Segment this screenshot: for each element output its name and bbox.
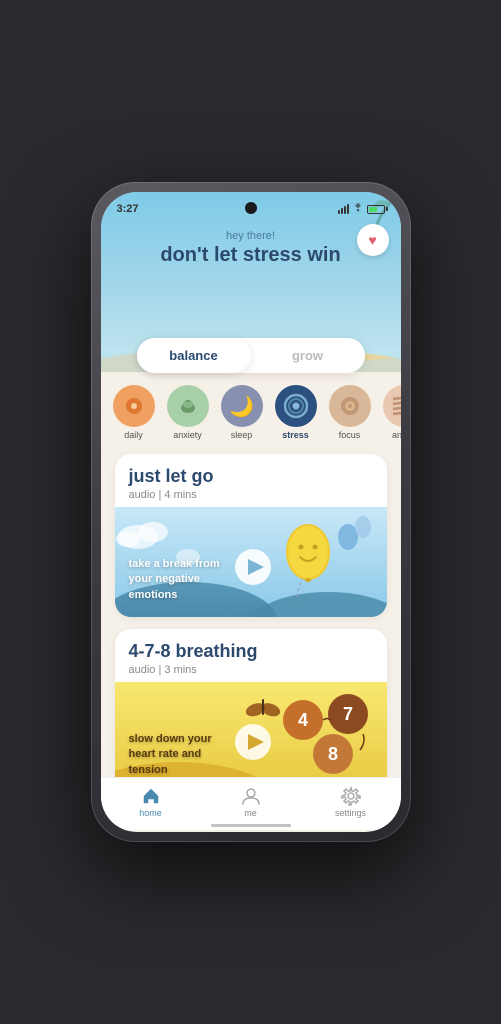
- tab-row: balance grow: [137, 338, 365, 373]
- nav-settings-label: settings: [335, 808, 366, 818]
- card-1-image: take a break fromyour negativeemotions: [115, 507, 387, 617]
- card-2-image: 4 7 8: [115, 682, 387, 777]
- svg-text:8: 8: [327, 744, 337, 764]
- anger-label: anger: [392, 430, 401, 440]
- nav-home[interactable]: home: [101, 786, 201, 818]
- sleep-label: sleep: [231, 430, 253, 440]
- card-just-let-go[interactable]: just let go audio | 4 mins: [115, 454, 387, 617]
- content-area: just let go audio | 4 mins: [101, 446, 401, 777]
- card-breathing[interactable]: 4-7-8 breathing audio | 3 mins: [115, 629, 387, 777]
- nav-me-label: me: [244, 808, 257, 818]
- phone-screen: 3:27: [101, 192, 401, 832]
- nav-me[interactable]: me: [201, 786, 301, 818]
- phone-frame: 3:27: [91, 182, 411, 842]
- settings-icon: [341, 786, 361, 806]
- nav-home-label: home: [139, 808, 162, 818]
- home-indicator: [211, 824, 291, 827]
- anxiety-icon: [167, 385, 209, 427]
- front-camera: [245, 202, 257, 214]
- category-focus[interactable]: focus: [327, 385, 373, 440]
- nav-settings[interactable]: settings: [301, 786, 401, 818]
- anger-icon: [383, 385, 401, 427]
- card-2-overlay-text: slow down yourheart rate andtension: [129, 732, 212, 777]
- category-anxiety[interactable]: anxiety: [165, 385, 211, 440]
- status-time: 3:27: [117, 203, 139, 215]
- wifi-icon: [352, 203, 364, 215]
- card-1-title: just let go: [129, 466, 373, 487]
- stress-icon: [275, 385, 317, 427]
- heart-icon: ♥: [368, 232, 376, 248]
- anxiety-label: anxiety: [173, 430, 202, 440]
- svg-text:7: 7: [342, 704, 352, 724]
- card-1-header: just let go audio | 4 mins: [115, 454, 387, 507]
- battery-icon: [367, 205, 385, 214]
- card-1-overlay-text: take a break fromyour negativeemotions: [129, 557, 220, 603]
- daily-label: daily: [124, 430, 143, 440]
- category-daily[interactable]: daily: [111, 385, 157, 440]
- bottom-nav: home me settings: [101, 777, 401, 830]
- sleep-icon: 🌙: [221, 385, 263, 427]
- signal-icon: [338, 204, 349, 214]
- category-stress[interactable]: stress: [273, 385, 319, 440]
- category-anger[interactable]: anger: [381, 385, 401, 440]
- daily-icon: [113, 385, 155, 427]
- category-row: daily anxiety 🌙: [101, 373, 401, 446]
- home-icon: [141, 786, 161, 806]
- stress-label: stress: [282, 430, 309, 440]
- content-scroll: just let go audio | 4 mins: [101, 446, 401, 777]
- tab-grow[interactable]: grow: [251, 338, 365, 373]
- card-2-meta: audio | 3 mins: [129, 664, 373, 676]
- tab-balance[interactable]: balance: [137, 338, 251, 373]
- profile-icon: [241, 786, 261, 806]
- card-2-header: 4-7-8 breathing audio | 3 mins: [115, 629, 387, 682]
- favorite-button[interactable]: ♥: [357, 224, 389, 256]
- status-icons: [338, 203, 385, 215]
- card-2-title: 4-7-8 breathing: [129, 641, 373, 662]
- svg-text:4: 4: [297, 710, 307, 730]
- card-1-meta: audio | 4 mins: [129, 489, 373, 501]
- category-sleep[interactable]: 🌙 sleep: [219, 385, 265, 440]
- focus-label: focus: [339, 430, 361, 440]
- focus-icon: [329, 385, 371, 427]
